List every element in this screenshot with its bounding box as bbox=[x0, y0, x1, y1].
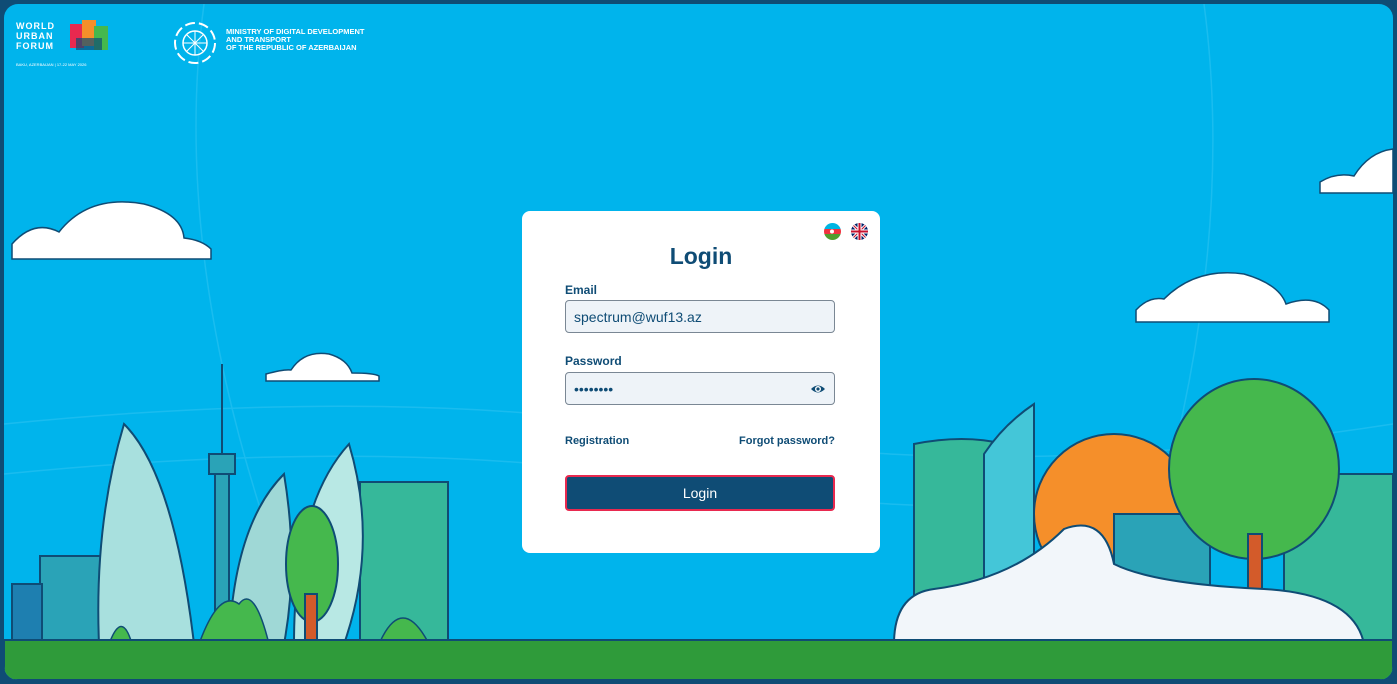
forgot-password-link[interactable]: Forgot password? bbox=[739, 435, 835, 447]
azerbaijan-flag-icon[interactable] bbox=[824, 223, 841, 240]
email-value: spectrum@wuf13.az bbox=[574, 308, 702, 325]
uk-flag-icon[interactable] bbox=[851, 223, 868, 240]
ministry-line-3: OF THE REPUBLIC OF AZERBAIJAN bbox=[226, 43, 357, 52]
ministry-logo: MINISTRY OF DIGITAL DEVELOPMENT AND TRAN… bbox=[166, 18, 426, 78]
language-switcher bbox=[824, 223, 868, 240]
wuf-logo: WORLD URBAN FORUM BAKU, AZERBAIJAN | 17-… bbox=[16, 18, 156, 78]
password-value: •••••••• bbox=[574, 380, 614, 397]
eye-icon[interactable] bbox=[810, 381, 826, 397]
wuf-line-1: WORLD bbox=[16, 21, 55, 31]
wuf-line-2: URBAN bbox=[16, 31, 54, 41]
login-card: Login Email spectrum@wuf13.az Password •… bbox=[522, 211, 880, 553]
password-field[interactable]: •••••••• bbox=[565, 372, 835, 405]
auth-links: Registration Forgot password? bbox=[565, 435, 835, 447]
password-label: Password bbox=[565, 354, 622, 368]
wuf-emblem-icon bbox=[70, 20, 108, 50]
grass bbox=[4, 639, 1393, 680]
round-tree bbox=[1168, 378, 1340, 560]
email-field[interactable]: spectrum@wuf13.az bbox=[565, 300, 835, 333]
login-button[interactable]: Login bbox=[565, 475, 835, 511]
login-title: Login bbox=[669, 243, 733, 269]
wuf-line-3: FORUM bbox=[16, 41, 54, 51]
wuf-tagline: BAKU, AZERBAIJAN | 17-22 MAY 2026 bbox=[16, 62, 87, 67]
registration-link[interactable]: Registration bbox=[565, 435, 629, 447]
ministry-emblem-icon bbox=[174, 22, 216, 64]
app-frame: WORLD URBAN FORUM BAKU, AZERBAIJAN | 17-… bbox=[4, 4, 1393, 680]
flame-tower bbox=[97, 422, 196, 645]
email-label: Email bbox=[565, 283, 598, 297]
